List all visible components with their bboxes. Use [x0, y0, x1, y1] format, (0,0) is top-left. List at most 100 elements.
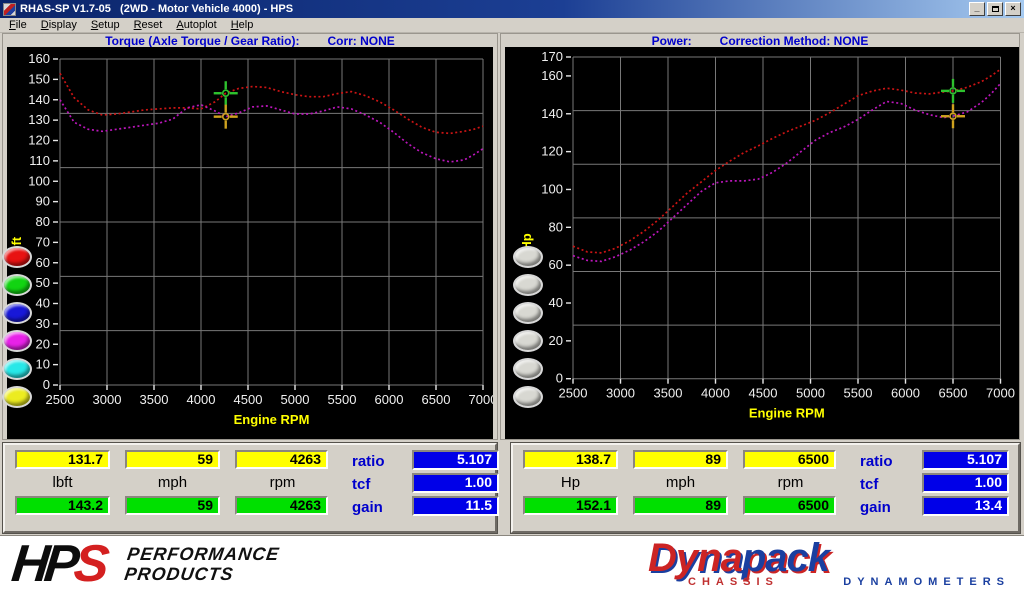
- svg-text:170: 170: [541, 49, 563, 64]
- svg-text:5000: 5000: [796, 386, 825, 401]
- gain-label: gain: [860, 499, 891, 516]
- svg-text:7000: 7000: [986, 386, 1015, 401]
- channel-button-gray-1[interactable]: [513, 246, 543, 268]
- menu-setup[interactable]: Setup: [84, 19, 127, 31]
- ratio-value: 5.107: [412, 450, 499, 470]
- channel-button-blue[interactable]: [2, 302, 32, 324]
- power-unit-label: Hp: [523, 474, 618, 491]
- speed-unit-label: mph: [633, 474, 728, 491]
- channel-button-gray-6[interactable]: [513, 386, 543, 408]
- torque-chart: 1601501401301201101009080706050403020100…: [7, 47, 493, 439]
- svg-text:120: 120: [541, 144, 563, 159]
- svg-text:80: 80: [36, 214, 50, 229]
- power-panel-header: Power: Correction Method: NONE: [501, 34, 1019, 47]
- power-chart-area: 1701601401201008060402002500300035004000…: [505, 47, 1019, 439]
- minimize-button[interactable]: _: [969, 2, 985, 16]
- power-cursor-mph: 89: [633, 450, 728, 469]
- hps-logo-mark: HPS: [9, 539, 106, 589]
- svg-text:0: 0: [556, 371, 563, 386]
- svg-text:5000: 5000: [281, 392, 310, 407]
- svg-text:6000: 6000: [891, 386, 920, 401]
- power-chart: 1701601401201008060402002500300035004000…: [505, 47, 1019, 439]
- power-cursor-rpm: 6500: [743, 450, 836, 469]
- svg-text:4500: 4500: [234, 392, 263, 407]
- svg-text:30: 30: [36, 316, 50, 331]
- ratio-label: ratio: [860, 453, 893, 470]
- menu-file[interactable]: File: [2, 19, 34, 31]
- svg-text:10: 10: [36, 357, 50, 372]
- logo-strip: HPS Performance Products Dynapack CHASSI…: [0, 535, 1024, 592]
- svg-text:160: 160: [541, 68, 563, 83]
- menu-display[interactable]: Display: [34, 19, 84, 31]
- channel-button-magenta[interactable]: [2, 330, 32, 352]
- torque-channel-buttons: [2, 246, 32, 408]
- channel-button-gray-5[interactable]: [513, 358, 543, 380]
- dynapack-logo-mark: Dynapack: [648, 538, 1014, 578]
- power-readout-panel: 138.7 89 6500 Hp mph rpm 152.1 89 6500 r…: [511, 443, 1020, 533]
- power-cursor2-value: 152.1: [523, 496, 618, 515]
- hps-logo: HPS Performance Products: [12, 536, 278, 591]
- svg-text:20: 20: [36, 336, 50, 351]
- power-channel-buttons: [513, 246, 543, 408]
- svg-text:40: 40: [36, 296, 50, 311]
- svg-text:60: 60: [36, 255, 50, 270]
- svg-text:140: 140: [541, 106, 563, 121]
- torque-readout-panel: 131.7 59 4263 lbft mph rpm 143.2 59 4263…: [3, 443, 497, 533]
- torque-cursor-mph: 59: [125, 450, 220, 469]
- torque-header-title: Torque (Axle Torque / Gear Ratio):: [105, 34, 299, 48]
- power-cursor2-mph: 89: [633, 496, 728, 515]
- svg-text:7000: 7000: [469, 392, 493, 407]
- title-bar: RHAS-SP V1.7-05 (2WD - Motor Vehicle 400…: [0, 0, 1024, 18]
- svg-text:130: 130: [28, 112, 50, 127]
- svg-text:Engine RPM: Engine RPM: [234, 412, 310, 427]
- menu-autoplot[interactable]: Autoplot: [169, 19, 223, 31]
- menu-help[interactable]: Help: [224, 19, 261, 31]
- svg-text:100: 100: [28, 173, 50, 188]
- yellow-cursor[interactable]: [214, 105, 238, 129]
- svg-text:4000: 4000: [187, 392, 216, 407]
- svg-text:150: 150: [28, 71, 50, 86]
- svg-text:5500: 5500: [328, 392, 357, 407]
- restore-icon: [992, 6, 999, 12]
- channel-button-gray-4[interactable]: [513, 330, 543, 352]
- gain-value: 13.4: [922, 496, 1009, 516]
- svg-text:120: 120: [28, 133, 50, 148]
- rpm-unit-label: rpm: [743, 474, 838, 491]
- svg-text:4500: 4500: [749, 386, 778, 401]
- torque-run-current: [60, 73, 483, 133]
- dynapack-logo-subtitle: CHASSIS DYNAMOMETERS: [648, 576, 1014, 588]
- channel-button-green[interactable]: [2, 274, 32, 296]
- svg-text:20: 20: [549, 333, 563, 348]
- svg-text:50: 50: [36, 275, 50, 290]
- restore-button[interactable]: [987, 2, 1003, 16]
- torque-header-correction: Corr: NONE: [327, 34, 394, 48]
- torque-panel: Torque (Axle Torque / Gear Ratio): Corr:…: [2, 33, 498, 440]
- svg-text:2500: 2500: [46, 392, 75, 407]
- window-title: RHAS-SP V1.7-05 (2WD - Motor Vehicle 400…: [20, 3, 969, 15]
- close-button[interactable]: ×: [1005, 2, 1021, 16]
- channel-button-gray-2[interactable]: [513, 274, 543, 296]
- channel-button-cyan[interactable]: [2, 358, 32, 380]
- svg-text:Engine RPM: Engine RPM: [749, 406, 825, 421]
- svg-text:140: 140: [28, 92, 50, 107]
- torque-cursor-value: 131.7: [15, 450, 110, 469]
- power-cursor-value: 138.7: [523, 450, 618, 469]
- channel-button-red[interactable]: [2, 246, 32, 268]
- power-run-current: [573, 69, 1001, 253]
- tcf-value: 1.00: [412, 473, 499, 493]
- svg-text:60: 60: [549, 257, 563, 272]
- menu-bar: File Display Setup Reset Autoplot Help: [0, 18, 1024, 33]
- channel-button-gray-3[interactable]: [513, 302, 543, 324]
- channel-button-yellow[interactable]: [2, 386, 32, 408]
- power-panel: Power: Correction Method: NONE 170 160 140…: [500, 33, 1020, 440]
- torque-cursor2-rpm: 4263: [235, 496, 328, 515]
- gain-value: 11.5: [412, 496, 499, 516]
- svg-text:3000: 3000: [93, 392, 122, 407]
- torque-cursor-rpm: 4263: [235, 450, 328, 469]
- svg-text:110: 110: [29, 153, 50, 168]
- svg-text:6000: 6000: [375, 392, 404, 407]
- svg-text:6500: 6500: [939, 386, 968, 401]
- menu-reset[interactable]: Reset: [127, 19, 170, 31]
- svg-text:160: 160: [28, 51, 50, 66]
- svg-text:90: 90: [36, 194, 50, 209]
